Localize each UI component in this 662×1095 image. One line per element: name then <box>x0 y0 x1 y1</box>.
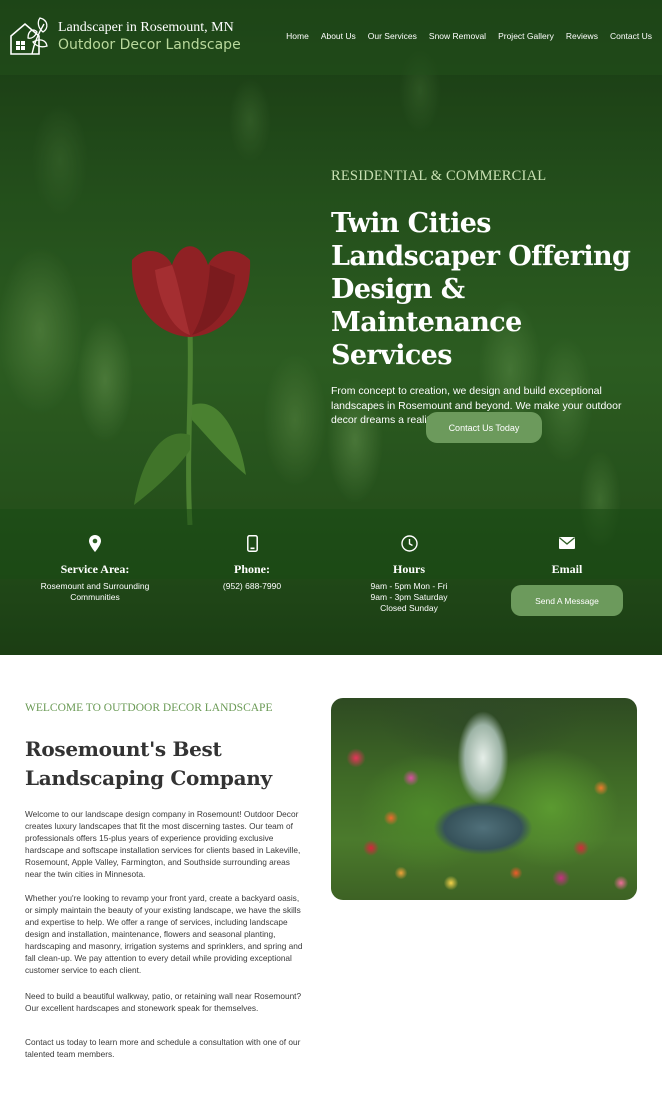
info-phone: Phone: (952) 688-7990 <box>177 533 327 592</box>
phone-number-link[interactable]: (952) 688-7990 <box>177 581 327 592</box>
nav-home[interactable]: Home <box>286 31 309 41</box>
info-title: Service Area: <box>60 562 130 576</box>
welcome-paragraph: Contact us today to learn more and sched… <box>25 1037 301 1059</box>
info-title: Phone: <box>234 562 270 576</box>
welcome-title: Rosemount's Best Landscaping Company <box>25 737 272 790</box>
send-a-message-button[interactable]: Send A Message <box>511 585 623 616</box>
brand-name[interactable]: Outdoor Decor Landscape <box>58 37 241 53</box>
info-email: Email <box>492 533 642 577</box>
info-hours: Hours 9am - 5pm Mon - Fri 9am - 3pm Satu… <box>334 533 484 614</box>
welcome-paragraph: Need to build a beautiful walkway, patio… <box>25 991 302 1013</box>
nav-reviews[interactable]: Reviews <box>566 31 598 41</box>
info-title: Email <box>551 562 583 576</box>
info-line: 9am - 5pm Mon - Fri <box>370 581 448 591</box>
welcome-paragraph: Whether you're looking to revamp your fr… <box>25 893 303 975</box>
nav-about-us[interactable]: About Us <box>321 31 356 41</box>
envelope-icon <box>559 537 575 549</box>
info-service-area: Service Area: Rosemount and Surrounding … <box>20 533 170 603</box>
nav-snow-removal[interactable]: Snow Removal <box>429 31 486 41</box>
house-leaf-logo-icon[interactable] <box>8 14 50 58</box>
nav-project-gallery[interactable]: Project Gallery <box>498 31 554 41</box>
info-title: Hours <box>392 562 425 576</box>
info-line: 9am - 3pm Saturday <box>370 592 448 602</box>
site-header: Landscaper in Rosemount, MN Outdoor Deco… <box>0 0 662 75</box>
info-line: Communities <box>70 592 120 602</box>
hero-text-block: RESIDENTIAL & COMMERCIAL Twin Cities Lan… <box>331 168 646 428</box>
clock-icon <box>400 534 418 552</box>
garden-waterfall-image <box>331 698 637 900</box>
welcome-eyebrow: WELCOME TO OUTDOOR DECOR LANDSCAPE <box>25 702 273 714</box>
info-line: Closed Sunday <box>380 603 438 613</box>
mobile-phone-icon <box>246 534 258 552</box>
map-pin-icon <box>89 534 101 552</box>
hero-headline: Twin Cities Landscaper Offering Design &… <box>331 208 631 371</box>
info-line: Rosemount and Surrounding <box>40 581 150 591</box>
welcome-paragraph: Welcome to our landscape design company … <box>25 809 301 879</box>
nav-our-services[interactable]: Our Services <box>368 31 417 41</box>
hero-eyebrow: RESIDENTIAL & COMMERCIAL <box>331 168 547 184</box>
brand-tagline[interactable]: Landscaper in Rosemount, MN <box>58 20 234 36</box>
contact-us-today-button[interactable]: Contact Us Today <box>426 412 542 443</box>
nav-contact-us[interactable]: Contact Us <box>610 31 652 41</box>
main-nav: Home About Us Our Services Snow Removal … <box>286 31 652 41</box>
